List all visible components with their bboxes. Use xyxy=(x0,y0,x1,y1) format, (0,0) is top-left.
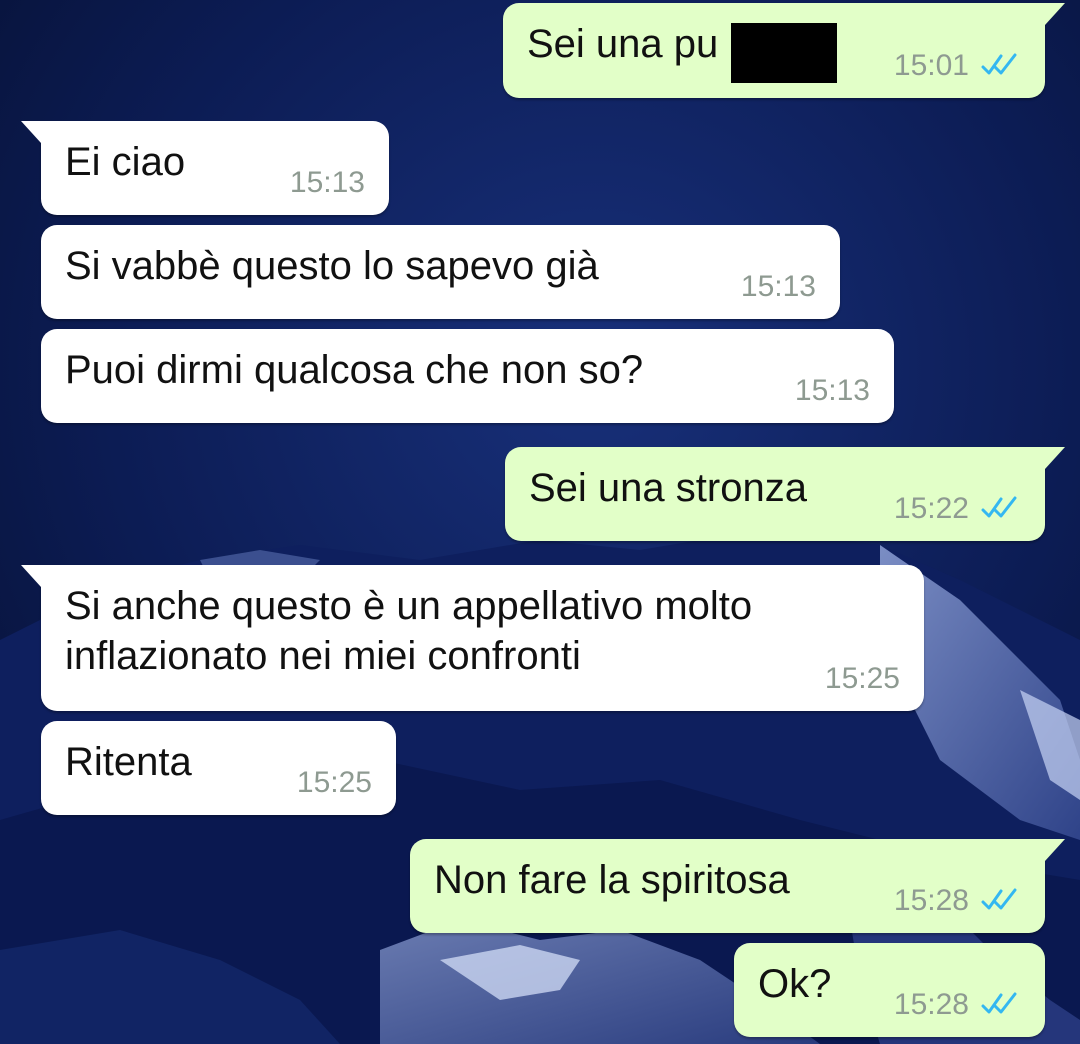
message-outgoing[interactable]: Sei una stronza 15:22 xyxy=(505,447,1065,541)
message-time: 15:28 xyxy=(893,884,969,917)
message-time: 15:22 xyxy=(893,492,969,525)
message-outgoing[interactable]: Non fare la spiritosa 15:28 xyxy=(410,839,1065,933)
message-text: Ritenta xyxy=(65,740,192,784)
message-text: Puoi dirmi qualcosa che non so? xyxy=(65,348,644,392)
double-check-icon xyxy=(981,496,1017,518)
message-time: 15:28 xyxy=(893,988,969,1021)
message-text: Sei una stronza xyxy=(529,466,807,510)
message-time: 15:13 xyxy=(740,270,816,303)
message-outgoing[interactable]: Ok? 15:28 xyxy=(734,943,1045,1037)
message-text: Ok? xyxy=(758,962,832,1006)
message-incoming[interactable]: Si anche questo è un appellativo molto i… xyxy=(21,565,924,711)
message-outgoing[interactable]: Sei una pu 15:01 xyxy=(503,3,1065,98)
redaction-box xyxy=(731,23,837,83)
double-check-icon xyxy=(981,53,1017,75)
message-incoming[interactable]: Ei ciao 15:13 xyxy=(21,121,389,215)
bubble-tail xyxy=(21,121,41,143)
message-text: Sei una pu xyxy=(527,22,719,66)
message-time: 15:13 xyxy=(289,166,365,199)
bubble-tail xyxy=(21,565,41,587)
message-text: Non fare la spiritosa xyxy=(434,858,790,902)
message-text: Si anche questo è un appellativo molto i… xyxy=(65,584,753,678)
bubble-tail xyxy=(1045,839,1065,861)
message-time: 15:25 xyxy=(824,662,900,695)
message-incoming[interactable]: Puoi dirmi qualcosa che non so? 15:13 xyxy=(41,329,894,423)
bubble-tail xyxy=(1045,3,1065,25)
bubble-tail xyxy=(1045,447,1065,469)
double-check-icon xyxy=(981,992,1017,1014)
message-incoming[interactable]: Ritenta 15:25 xyxy=(41,721,396,815)
message-text: Si vabbè questo lo sapevo già xyxy=(65,244,599,288)
message-incoming[interactable]: Si vabbè questo lo sapevo già 15:13 xyxy=(41,225,840,319)
double-check-icon xyxy=(981,888,1017,910)
message-time: 15:01 xyxy=(893,49,969,82)
chat-area[interactable]: Sei una pu 15:01 Ei ciao 15:13 Si vabbè … xyxy=(0,0,1080,1044)
message-text: Ei ciao xyxy=(65,140,186,184)
message-time: 15:25 xyxy=(296,766,372,799)
message-time: 15:13 xyxy=(794,374,870,407)
